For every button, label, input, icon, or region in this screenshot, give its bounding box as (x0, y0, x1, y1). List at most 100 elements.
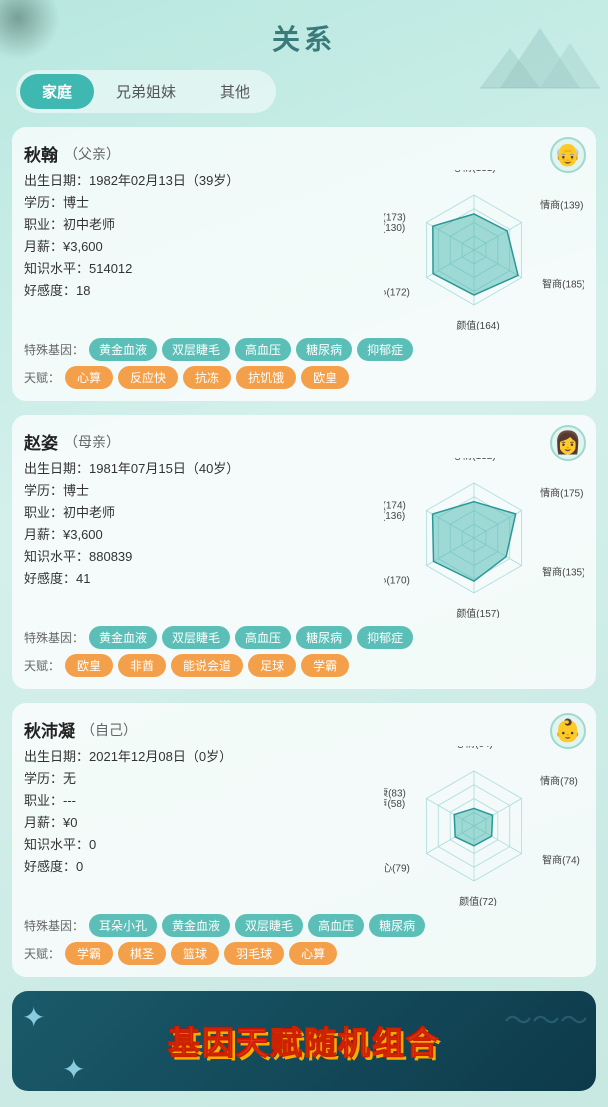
talent-tag: 学霸 (301, 654, 349, 677)
gene-tag: 糖尿病 (296, 626, 352, 649)
gene-tag: 高血压 (235, 626, 291, 649)
cards-container: 👴秋翰（父亲）出生日期：1982年02月13日（39岁）学历：博士职业：初中老师… (0, 127, 608, 977)
talent-tag: 心算 (65, 366, 113, 389)
person-role: （母亲） (64, 432, 120, 452)
person-info: 出生日期：1981年07月15日（40岁）学历：博士职业：初中老师月薪：¥3,6… (24, 458, 376, 618)
bottom-banner: ✦ ✦ 基因天赋随机组合 〜〜〜 (12, 991, 596, 1091)
talent-tag: 能说会道 (171, 654, 243, 677)
gene-tag: 黄金血液 (89, 338, 157, 361)
svg-text:智商(74): 智商(74) (542, 854, 580, 867)
info-line: 月薪：¥3,600 (24, 524, 376, 546)
person-role: （父亲） (64, 144, 120, 164)
talent-tag: 抗饥饿 (236, 366, 296, 389)
gene-tag-row: 特殊基因： 黄金血液双层睫毛高血压糖尿病抑郁症 (24, 338, 584, 361)
talent-tag: 羽毛球 (224, 942, 284, 965)
info-line: 学历：博士 (24, 192, 376, 214)
wave-decoration: 〜〜〜 (504, 999, 588, 1039)
person-info: 出生日期：1982年02月13日（39岁）学历：博士职业：初中老师月薪：¥3,6… (24, 170, 376, 330)
gene-tag: 糖尿病 (369, 914, 425, 937)
info-line: 出生日期：2021年12月08日（0岁） (24, 746, 376, 768)
person-card-2: 👶 秋沛凝 （自己） 出生日期：2021年12月08日（0岁）学历：无职业：---月薪… (12, 703, 596, 977)
gene-tag: 高血压 (308, 914, 364, 937)
talent-label: 天赋： (24, 657, 60, 674)
radar-chart: 心情(64) 情商(78) 智商(74) 颜值(72) 良心(79) 健康(83)名声(5… (384, 746, 584, 906)
tab-other[interactable]: 其他 (198, 74, 272, 109)
gene-tag: 双层睫毛 (162, 626, 230, 649)
info-line: 月薪：¥3,600 (24, 236, 376, 258)
talent-tag: 抗冻 (183, 366, 231, 389)
svg-text:良心(172): 良心(172) (384, 286, 410, 299)
svg-text:心情(131): 心情(131) (452, 170, 495, 174)
gene-tag: 抑郁症 (357, 338, 413, 361)
info-line: 学历：博士 (24, 480, 376, 502)
person-card-1: 👩赵姿（母亲）出生日期：1981年07月15日（40岁）学历：博士职业：初中老师… (12, 415, 596, 689)
svg-text:健康(174): 健康(174) (384, 498, 406, 511)
info-line: 好感度：18 (24, 280, 376, 302)
info-line: 出生日期：1982年02月13日（39岁） (24, 170, 376, 192)
info-line: 职业：初中老师 (24, 214, 376, 236)
svg-text:良心(79): 良心(79) (384, 862, 410, 875)
info-line: 好感度：41 (24, 568, 376, 590)
info-line: 职业：--- (24, 790, 376, 812)
sparkle-icon-2: ✦ (62, 1053, 85, 1086)
talent-label: 天赋： (24, 945, 60, 962)
svg-text:名声(130): 名声(130) (384, 221, 405, 234)
gene-tag: 黄金血液 (162, 914, 230, 937)
info-line: 知识水平：0 (24, 834, 376, 856)
talent-tag: 心算 (289, 942, 337, 965)
gene-tag: 双层睫毛 (235, 914, 303, 937)
svg-text:情商(78): 情商(78) (540, 774, 578, 787)
person-info: 出生日期：2021年12月08日（0岁）学历：无职业：---月薪：¥0知识水平：… (24, 746, 376, 906)
gene-label: 特殊基因： (24, 629, 84, 646)
svg-text:智商(135): 智商(135) (542, 566, 584, 579)
banner-text: 基因天赋随机组合 (168, 1018, 440, 1064)
ink-decoration-tl (0, 0, 60, 60)
gene-tag-row: 特殊基因： 耳朵小孔黄金血液双层睫毛高血压糖尿病 (24, 914, 584, 937)
info-line: 知识水平：880839 (24, 546, 376, 568)
svg-text:名声(58): 名声(58) (384, 797, 405, 810)
talent-label: 天赋： (24, 369, 60, 386)
gene-tag: 糖尿病 (296, 338, 352, 361)
svg-text:良心(170): 良心(170) (384, 574, 410, 587)
info-line: 好感度：0 (24, 856, 376, 878)
svg-text:健康(83): 健康(83) (384, 786, 406, 799)
info-line: 知识水平：514012 (24, 258, 376, 280)
talent-tag: 棋圣 (118, 942, 166, 965)
gene-tag: 抑郁症 (357, 626, 413, 649)
person-role: （自己） (81, 720, 137, 740)
talent-tag: 篮球 (171, 942, 219, 965)
svg-text:名声(136): 名声(136) (384, 509, 405, 522)
person-name: 秋翰 (24, 141, 58, 166)
gene-tag: 耳朵小孔 (89, 914, 157, 937)
svg-text:颜值(157): 颜值(157) (456, 607, 499, 618)
talent-tag-row: 天赋：欧皇非酋能说会道足球学霸 (24, 654, 584, 677)
svg-text:心情(64): 心情(64) (455, 746, 493, 750)
talent-tag-row: 天赋： 心算反应快抗冻抗饥饿欧皇 (24, 366, 584, 389)
gene-label: 特殊基因： (24, 917, 84, 934)
avatar: 👶 (550, 713, 586, 749)
radar-chart: 心情(132)情商(175)智商(135)颜值(157)良心(170)健康(17… (384, 458, 584, 618)
gene-tag: 高血压 (235, 338, 291, 361)
tab-family[interactable]: 家庭 (20, 74, 94, 109)
avatar: 👴 (550, 137, 586, 173)
info-line: 学历：无 (24, 768, 376, 790)
radar-chart: 心情(131)情商(139)智商(185)颜值(164)良心(172)健康(17… (384, 170, 584, 330)
person-name: 秋沛凝 (24, 717, 75, 742)
svg-text:颜值(72): 颜值(72) (459, 895, 497, 906)
gene-tag: 双层睫毛 (162, 338, 230, 361)
gene-tag-row: 特殊基因：黄金血液双层睫毛高血压糖尿病抑郁症 (24, 626, 584, 649)
talent-tag: 反应快 (118, 366, 178, 389)
talent-tag: 学霸 (65, 942, 113, 965)
mountain-decoration (480, 8, 600, 98)
svg-text:心情(132): 心情(132) (452, 458, 495, 462)
person-card-0: 👴 秋翰 （父亲） 出生日期：1982年02月13日（39岁）学历：博士职业：初中老师… (12, 127, 596, 401)
talent-tag: 欧皇 (301, 366, 349, 389)
info-line: 职业：初中老师 (24, 502, 376, 524)
svg-text:情商(139): 情商(139) (540, 198, 583, 211)
talent-tag: 足球 (248, 654, 296, 677)
tab-siblings[interactable]: 兄弟姐妹 (94, 74, 198, 109)
gene-label: 特殊基因： (24, 341, 84, 358)
avatar: 👩 (550, 425, 586, 461)
tab-bar: 家庭 兄弟姐妹 其他 (16, 70, 276, 113)
svg-text:健康(173): 健康(173) (384, 210, 406, 223)
